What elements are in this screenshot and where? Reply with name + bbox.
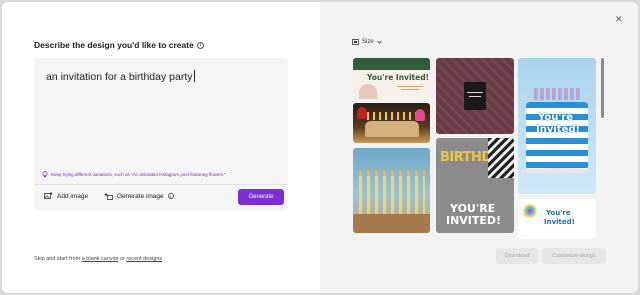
generate-image-button[interactable]: Generate image i bbox=[104, 192, 174, 200]
add-image-button[interactable]: Add image bbox=[44, 192, 88, 200]
text-caret bbox=[193, 70, 195, 82]
thumb-rule bbox=[397, 86, 423, 87]
template-thumbnail[interactable]: You're Invited! bbox=[518, 58, 596, 194]
template-thumbnail[interactable] bbox=[436, 58, 514, 134]
thumb-candles bbox=[367, 112, 417, 120]
generate-button[interactable]: Generate bbox=[238, 189, 284, 205]
thumb-line1: You're bbox=[546, 209, 571, 217]
thumb-flames bbox=[359, 170, 425, 176]
template-thumbnail[interactable]: You're Invited! bbox=[518, 199, 596, 239]
thumb-line1: You're bbox=[538, 112, 574, 123]
generate-image-icon bbox=[104, 192, 113, 200]
template-thumbnail[interactable] bbox=[353, 103, 430, 143]
footer-or: or bbox=[119, 256, 125, 262]
close-icon[interactable]: ✕ bbox=[615, 14, 623, 25]
lightbulb-icon bbox=[42, 171, 48, 178]
results-panel: ✕ Size You're Invited! BIRTHDAY YOU'RE I… bbox=[320, 2, 638, 293]
generate-image-info-icon[interactable]: i bbox=[167, 193, 174, 199]
prompt-toolbar: Add image Generate image i Generate bbox=[34, 185, 288, 210]
template-thumbnail[interactable]: You're Invited! bbox=[353, 58, 430, 99]
thumb-band bbox=[353, 58, 430, 70]
prompt-input[interactable]: an invitation for a birthday party bbox=[46, 70, 195, 83]
size-dropdown[interactable]: Size bbox=[352, 39, 382, 45]
blank-canvas-link[interactable]: a blank canvas bbox=[82, 256, 119, 262]
thumb-hat bbox=[415, 109, 425, 121]
template-thumbnail[interactable] bbox=[353, 148, 430, 233]
dialog-title: Describe the design you'd like to create… bbox=[34, 40, 204, 50]
generate-image-label: Generate image bbox=[117, 192, 164, 200]
recent-designs-link[interactable]: recent designs bbox=[126, 256, 162, 262]
thumb-base bbox=[353, 214, 430, 233]
prompt-panel: Describe the design you'd like to create… bbox=[2, 2, 320, 293]
add-image-icon bbox=[44, 192, 53, 199]
thumb-cake bbox=[359, 84, 377, 99]
add-image-label: Add image bbox=[57, 192, 89, 200]
footer-text: Skip and start from a blank canvas or re… bbox=[34, 256, 162, 262]
download-button[interactable]: Download bbox=[496, 248, 538, 264]
thumb-title: You're Invited! bbox=[367, 73, 429, 82]
scrollbar[interactable] bbox=[601, 58, 604, 118]
size-label: Size bbox=[362, 39, 374, 45]
size-icon bbox=[352, 39, 359, 45]
thumb-rule bbox=[469, 96, 481, 97]
thumb-sprinkles bbox=[522, 203, 538, 219]
thumb-cake bbox=[365, 121, 419, 137]
tip-label: Keep trying different variations, such a… bbox=[51, 172, 226, 177]
thumb-line2: Invited! bbox=[544, 218, 575, 226]
thumb-line2: Invited! bbox=[536, 124, 581, 135]
template-thumbnail[interactable]: BIRTHDAY YOU'RE INVITED! bbox=[436, 138, 514, 233]
thumb-hat bbox=[357, 107, 367, 119]
thumb-plate bbox=[522, 168, 592, 174]
thumb-stripes bbox=[488, 138, 514, 178]
prompt-input-value: an invitation for a birthday party bbox=[46, 71, 193, 83]
info-icon[interactable]: i bbox=[196, 41, 204, 49]
thumb-candles bbox=[359, 176, 425, 216]
footer-prefix: Skip and start from bbox=[34, 256, 81, 262]
thumb-rule bbox=[401, 89, 419, 90]
customize-design-button[interactable]: Customize design bbox=[542, 248, 606, 264]
thumb-candles bbox=[534, 88, 582, 100]
create-design-dialog: Describe the design you'd like to create… bbox=[2, 2, 638, 293]
chevron-down-icon bbox=[376, 40, 382, 44]
prompt-box[interactable]: an invitation for a birthday party Keep … bbox=[34, 58, 288, 210]
thumb-rule bbox=[467, 92, 483, 93]
dialog-title-text: Describe the design you'd like to create bbox=[34, 40, 194, 50]
tip-text: Keep trying different variations, such a… bbox=[42, 171, 226, 178]
thumb-line2: INVITED! bbox=[446, 214, 502, 227]
